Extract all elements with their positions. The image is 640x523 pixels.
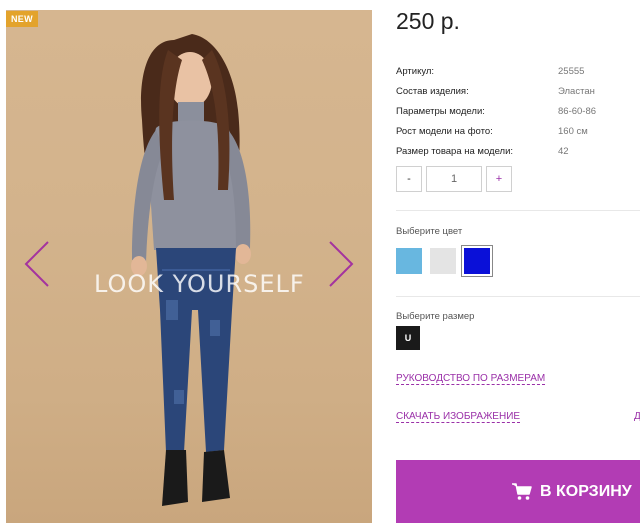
gallery-prev-arrow-icon[interactable] bbox=[20, 238, 56, 290]
product-gallery: NEW LOOK YOURSELF bbox=[0, 0, 372, 523]
product-price: 250 р. bbox=[396, 8, 460, 34]
spec-label: Размер товара на модели: bbox=[396, 146, 514, 157]
spec-value: 160 см bbox=[558, 126, 588, 137]
spec-value: 25555 bbox=[558, 66, 585, 77]
spec-row: Параметры модели: 86-60-86 bbox=[396, 102, 636, 122]
brand-watermark: LOOK YOURSELF bbox=[94, 270, 305, 298]
new-badge: NEW bbox=[6, 11, 38, 27]
divider bbox=[396, 210, 640, 211]
size-option-u[interactable]: U bbox=[396, 326, 420, 350]
quantity-minus-button[interactable]: - bbox=[396, 166, 422, 192]
model-illustration bbox=[131, 34, 251, 506]
divider bbox=[396, 296, 640, 297]
spec-label: Состав изделия: bbox=[396, 86, 469, 97]
add-to-cart-button[interactable]: В КОРЗИНУ bbox=[396, 460, 640, 523]
cart-icon bbox=[512, 482, 532, 500]
color-swatch-light-blue[interactable] bbox=[396, 248, 422, 274]
quantity-input[interactable] bbox=[426, 166, 482, 192]
size-guide-link[interactable]: РУКОВОДСТВО ПО РАЗМЕРАМ bbox=[396, 373, 546, 385]
spec-value: Эластан bbox=[558, 86, 595, 97]
quantity-stepper: - + bbox=[396, 166, 512, 192]
spec-row: Состав изделия: Эластан bbox=[396, 82, 636, 102]
gallery-next-arrow-icon[interactable] bbox=[322, 238, 358, 290]
color-section-label: Выберите цвет bbox=[396, 226, 463, 237]
spec-value: 86-60-86 bbox=[558, 106, 597, 117]
product-specs: Артикул: 25555 Состав изделия: Эластан П… bbox=[396, 62, 636, 162]
product-photo bbox=[6, 10, 372, 523]
spec-value: 42 bbox=[558, 146, 569, 157]
color-swatch-light-gray[interactable] bbox=[430, 248, 456, 274]
download-image-link[interactable]: СКАЧАТЬ ИЗОБРАЖЕНИЕ bbox=[396, 411, 521, 423]
spec-row: Артикул: 25555 bbox=[396, 62, 636, 82]
spec-label: Артикул: bbox=[396, 66, 435, 77]
add-to-cart-label: В КОРЗИНУ bbox=[540, 482, 632, 500]
product-details-panel: 250 р. Артикул: 25555 Состав изделия: Эл… bbox=[396, 0, 640, 523]
truncated-link[interactable]: Д bbox=[634, 411, 640, 422]
spec-row: Рост модели на фото: 160 см bbox=[396, 122, 636, 142]
quantity-plus-button[interactable]: + bbox=[486, 166, 512, 192]
size-section-label: Выберите размер bbox=[396, 311, 475, 322]
spec-row: Размер товара на модели: 42 bbox=[396, 142, 636, 162]
spec-label: Рост модели на фото: bbox=[396, 126, 493, 137]
color-swatches bbox=[396, 245, 493, 277]
spec-label: Параметры модели: bbox=[396, 106, 485, 117]
color-swatch-blue[interactable] bbox=[461, 245, 493, 277]
